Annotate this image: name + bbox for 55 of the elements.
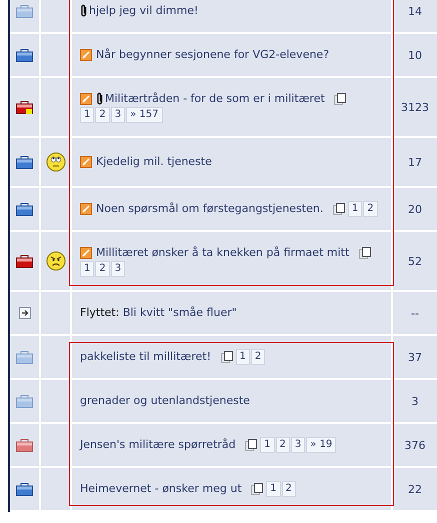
page-link[interactable]: 2: [250, 349, 266, 366]
reply-count: 10: [408, 48, 422, 62]
page-link[interactable]: 1: [80, 107, 94, 123]
page-link[interactable]: 3: [290, 437, 306, 454]
page-link[interactable]: 2: [95, 107, 110, 123]
reply-count: 14: [408, 4, 422, 18]
topic-link[interactable]: Millitæret ønsker å ta knekken på firmaet mitt: [96, 246, 350, 260]
page-link[interactable]: 1: [260, 437, 275, 454]
table-cell: [41, 0, 70, 32]
moved-label: Flyttet:: [80, 306, 120, 320]
page-link[interactable]: 1: [236, 349, 250, 366]
table-cell: [41, 188, 70, 230]
topic-link[interactable]: Noen spørsmål om førstegangstjenesten.: [96, 202, 324, 216]
topic-link[interactable]: pakkeliste til millitæret!: [80, 350, 212, 364]
reply-count: 3: [412, 394, 418, 408]
topic-link[interactable]: Jensen's militære spørretråd: [80, 438, 236, 452]
reply-count: 22: [408, 482, 422, 496]
page-link[interactable]: 2: [363, 201, 378, 218]
page-link[interactable]: » 19: [306, 437, 336, 454]
page-link[interactable]: 3: [110, 261, 126, 278]
multipage-icon: [332, 203, 345, 216]
multipage-icon: [358, 247, 371, 260]
reply-count: 3123: [401, 100, 429, 114]
table-cell: [41, 292, 70, 334]
table-cell: [41, 380, 70, 422]
reply-count: 17: [408, 156, 422, 169]
multipage-icon: [245, 439, 258, 452]
topic-link[interactable]: hjelp jeg vil dimme!: [89, 4, 198, 17]
table-cell: [41, 78, 70, 136]
multipage-icon: [334, 92, 346, 105]
topic-link[interactable]: Kjedelig mil. tjeneste: [96, 155, 212, 168]
page-link[interactable]: » 157: [126, 107, 163, 123]
topic-link[interactable]: Når begynner sesjonene for VG2-elevene?: [96, 48, 330, 61]
page-link[interactable]: 1: [348, 201, 362, 218]
table-cell: [41, 336, 70, 378]
table-cell: [41, 34, 70, 76]
page-link[interactable]: 1: [266, 481, 281, 498]
table-cell: [41, 468, 70, 510]
reply-count: 37: [408, 350, 422, 364]
page-link[interactable]: 1: [80, 261, 94, 278]
page-link[interactable]: 2: [95, 261, 110, 278]
page-link[interactable]: 2: [276, 437, 290, 454]
table-cell: [41, 424, 70, 466]
topic-link[interactable]: Militærtråden - for de som er i militæret: [105, 92, 325, 105]
topic-link[interactable]: Heimevernet - ønsker meg ut: [80, 482, 242, 496]
topic-link[interactable]: grenader og utenlandstjeneste: [80, 394, 250, 408]
reply-count: 20: [408, 202, 422, 216]
page-link[interactable]: 3: [110, 107, 126, 123]
reply-count: 52: [408, 254, 422, 268]
multipage-icon: [220, 351, 233, 364]
multipage-icon: [251, 483, 264, 496]
topic-link[interactable]: Bli kvitt "småe fluer": [122, 306, 237, 320]
reply-count: 376: [404, 438, 426, 452]
page-link[interactable]: 2: [282, 481, 296, 498]
reply-count: --: [411, 306, 419, 320]
